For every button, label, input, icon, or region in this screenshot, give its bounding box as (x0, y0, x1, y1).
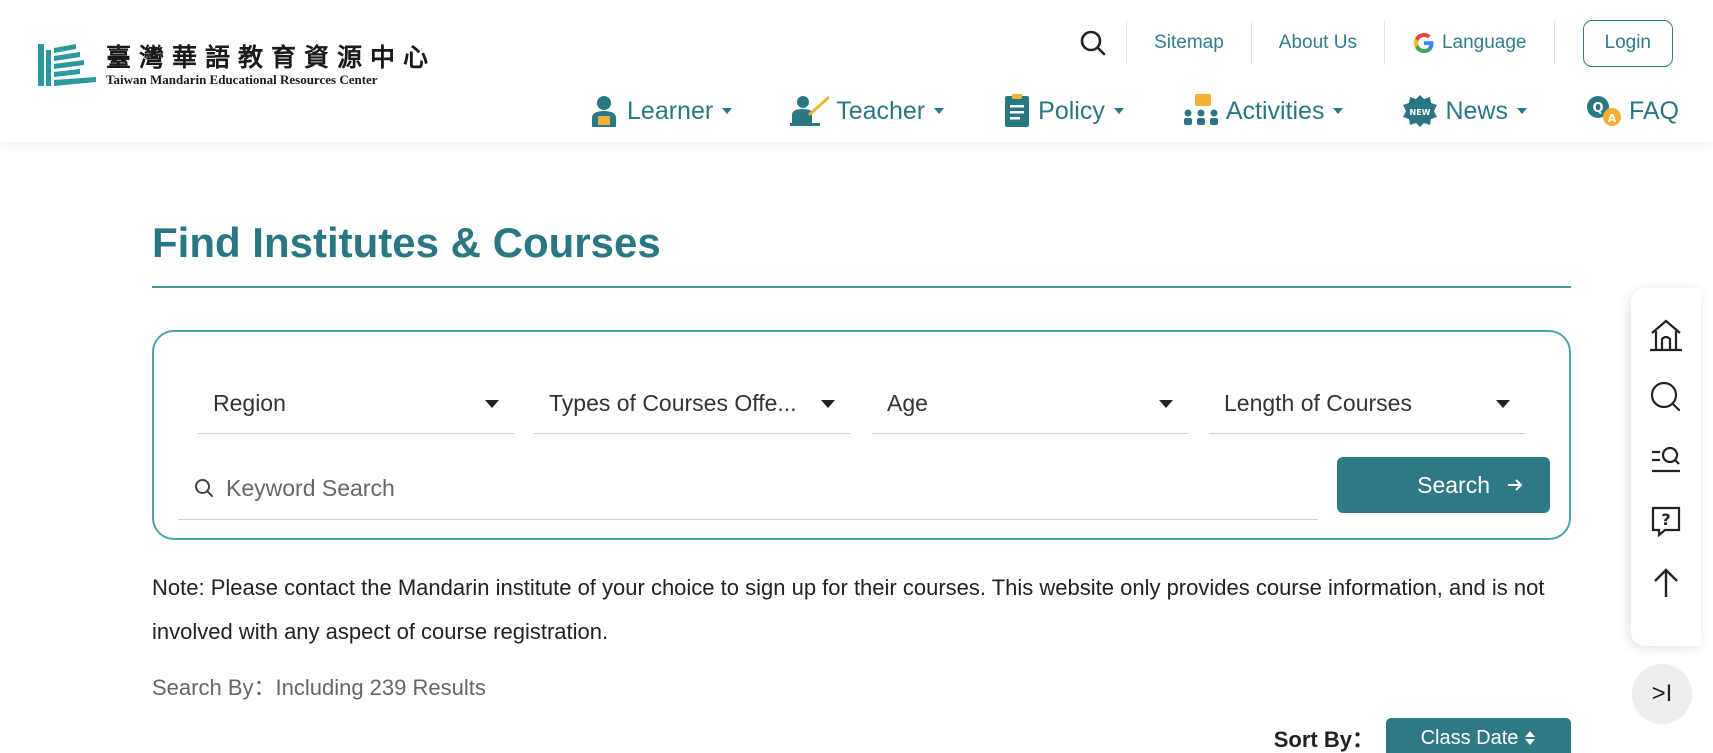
course-types-select[interactable]: Types of Courses Offe... (534, 374, 850, 434)
search-filter-panel: Region Types of Courses Offe... Age Leng… (152, 330, 1571, 540)
faq-icon: Q A (1586, 96, 1621, 126)
sitemap-link[interactable]: Sitemap (1127, 18, 1251, 68)
logo-title-en: Taiwan Mandarin Educational Resources Ce… (106, 72, 378, 87)
chevron-down-icon (1496, 399, 1510, 408)
search-summary: Search By：Including 239 Results (152, 670, 486, 702)
sort-icon (1525, 731, 1536, 745)
title-divider (152, 286, 1571, 288)
site-header: 臺灣華語教育資源中心 Taiwan Mandarin Educational R… (0, 0, 1713, 142)
advanced-search-icon (1652, 446, 1680, 473)
chevron-down-icon (821, 399, 835, 408)
svg-text:NEW: NEW (1410, 108, 1431, 117)
nav-policy-label: Policy (1038, 96, 1105, 125)
side-home-button[interactable] (1631, 310, 1701, 360)
utility-bar: Sitemap About Us Language Login (1060, 18, 1673, 68)
divider (1553, 21, 1555, 65)
search-button[interactable]: Search (1337, 457, 1550, 513)
login-button[interactable]: Login (1582, 19, 1673, 67)
collapse-toolbar-button[interactable]: >I (1632, 664, 1692, 724)
nav-activities[interactable]: Activities (1182, 93, 1344, 129)
registration-note: Note: Please contact the Mandarin instit… (152, 575, 1545, 644)
nav-learner-label: Learner (627, 96, 714, 125)
nav-learner[interactable]: Learner (587, 94, 733, 128)
search-by-label: Search By： (152, 675, 276, 700)
search-icon (1650, 381, 1681, 412)
home-icon (1650, 319, 1682, 352)
results-count: Including 239 Results (275, 675, 486, 700)
search-button-label: Search (1417, 471, 1490, 498)
question-icon: ? (1651, 506, 1681, 538)
language-label: Language (1441, 32, 1527, 53)
sort-class-date-button[interactable]: Class Date (1386, 718, 1571, 753)
about-us-link[interactable]: About Us (1252, 18, 1384, 68)
activities-icon (1183, 94, 1218, 125)
side-help-button[interactable]: ? (1631, 496, 1701, 546)
page-title: Find Institutes & Courses (152, 219, 661, 266)
nav-faq-label: FAQ (1628, 96, 1679, 125)
google-g-icon (1413, 33, 1434, 53)
sort-by-label: Sort By： (1273, 727, 1374, 752)
course-length-select-label: Length of Courses (1224, 390, 1412, 416)
chevron-down-icon (1159, 399, 1173, 408)
nav-faq[interactable]: Q A FAQ (1585, 94, 1679, 128)
news-icon: NEW (1403, 95, 1438, 127)
site-logo[interactable]: 臺灣華語教育資源中心 Taiwan Mandarin Educational R… (36, 40, 436, 90)
side-back-to-top-button[interactable] (1631, 558, 1701, 608)
sort-value: Class Date (1420, 726, 1519, 749)
svg-text:?: ? (1661, 510, 1670, 529)
search-icon (195, 479, 213, 497)
age-select-label: Age (887, 390, 928, 416)
teacher-icon (790, 96, 830, 126)
arrow-up-icon (1654, 568, 1678, 597)
region-select[interactable]: Region (198, 374, 514, 434)
header-search-button[interactable] (1060, 18, 1126, 68)
logo-title-zh: 臺灣華語教育資源中心 (106, 43, 437, 72)
search-icon (1080, 30, 1106, 56)
region-select-label: Region (213, 390, 286, 416)
svg-text:A: A (1608, 112, 1617, 125)
main-nav: Learner Teacher Policy Activities NEW Ne… (587, 86, 1679, 136)
side-toolbar: ? (1631, 288, 1701, 646)
logo-mark-icon (38, 44, 96, 86)
language-link[interactable]: Language (1385, 18, 1554, 68)
policy-icon (1005, 94, 1030, 127)
course-length-select[interactable]: Length of Courses (1209, 374, 1525, 434)
nav-policy[interactable]: Policy (1002, 93, 1124, 129)
nav-news[interactable]: NEW News (1401, 94, 1527, 128)
nav-teacher-label: Teacher (836, 96, 926, 125)
keyword-search-field (178, 457, 1318, 520)
keyword-search-input[interactable] (226, 474, 1226, 502)
course-types-select-label: Types of Courses Offe... (549, 390, 797, 416)
arrow-right-icon (1508, 479, 1523, 491)
age-select[interactable]: Age (872, 374, 1188, 434)
nav-teacher[interactable]: Teacher (790, 94, 945, 128)
nav-news-label: News (1445, 96, 1508, 125)
svg-text:Q: Q (1592, 101, 1603, 116)
chevron-down-icon (485, 399, 499, 408)
sort-controls: Sort By： Class Date (1274, 718, 1571, 753)
side-advanced-search-button[interactable] (1631, 434, 1701, 484)
side-search-button[interactable] (1631, 372, 1701, 422)
nav-activities-label: Activities (1225, 96, 1325, 125)
learner-icon (592, 96, 617, 127)
